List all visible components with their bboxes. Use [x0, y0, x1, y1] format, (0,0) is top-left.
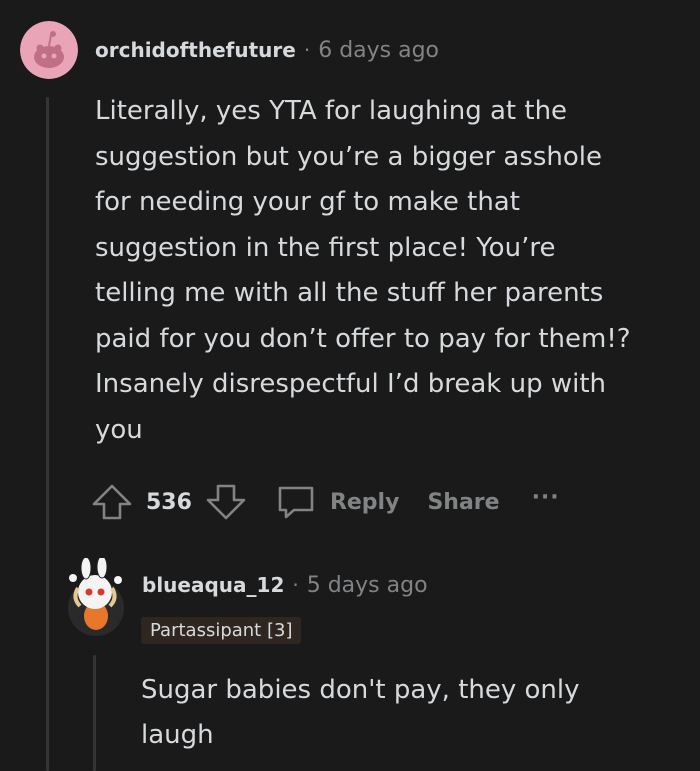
speech-bubble-icon	[274, 482, 318, 522]
reply-button[interactable]: Reply	[274, 482, 400, 522]
downvote-arrow-icon[interactable]	[204, 482, 248, 522]
thread-line[interactable]	[93, 655, 96, 771]
vote-score: 536	[146, 489, 192, 515]
comment-line: Insanely disrespectful I’d break up with	[95, 369, 606, 399]
user-flair: Partassipant [3]	[141, 617, 302, 644]
comment-line: for needing your gf to make that	[95, 187, 520, 217]
reply-label: Reply	[329, 489, 400, 515]
more-options-button[interactable]: ···	[532, 485, 560, 510]
avatar[interactable]	[20, 21, 78, 79]
upvote-arrow-icon[interactable]	[90, 482, 134, 522]
comment-line: telling me with all the stuff her parent…	[95, 278, 604, 308]
avatar[interactable]	[64, 558, 128, 638]
reply-body: Sugar babies don't pay, they only laugh	[141, 668, 580, 758]
share-button[interactable]: Share	[427, 490, 499, 515]
comment-body: Literally, yes YTA for laughing at the s…	[95, 89, 631, 453]
timestamp[interactable]: 5 days ago	[307, 573, 428, 598]
comment-line: Sugar babies don't pay, they only	[141, 675, 580, 705]
username[interactable]: blueaqua_12	[142, 573, 284, 597]
comment-meta: orchidofthefuture · 6 days ago	[95, 38, 439, 63]
comment-line: laugh	[141, 720, 214, 750]
comment-line: Literally, yes YTA for laughing at the	[95, 96, 568, 126]
reply-meta: blueaqua_12 · 5 days ago	[142, 573, 428, 598]
comment-line: suggestion in the first place! You’re	[95, 232, 556, 263]
username[interactable]: orchidofthefuture	[95, 38, 296, 62]
comment-actions: 536 Reply Share ···	[90, 480, 560, 524]
timestamp[interactable]: 6 days ago	[318, 38, 439, 63]
comment-line: you	[95, 414, 143, 445]
comment-line: paid for you don’t offer to pay for them…	[95, 323, 631, 354]
meta-separator: ·	[292, 573, 299, 597]
snoo-avatar-icon	[20, 21, 78, 79]
meta-separator: ·	[303, 38, 311, 62]
thread-line[interactable]	[46, 97, 49, 771]
comment-line: suggestion but you’re a bigger asshole	[95, 141, 603, 172]
snoo-avatar-icon	[68, 558, 124, 636]
